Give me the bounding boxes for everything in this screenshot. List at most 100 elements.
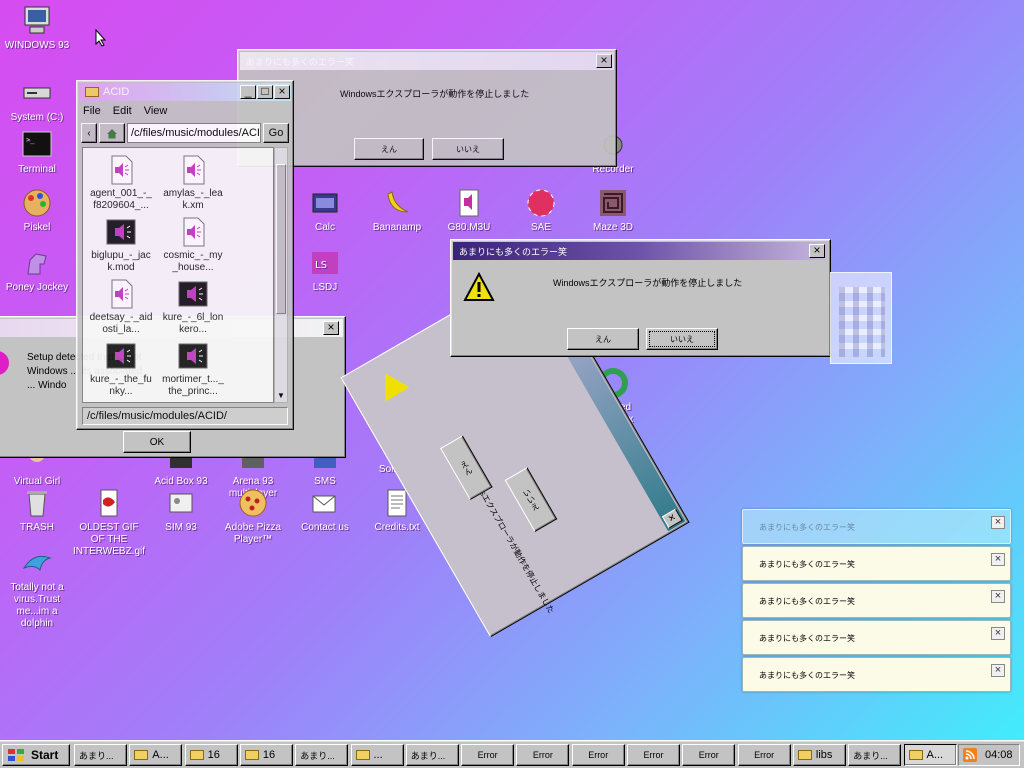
desktop-icon-label: System (C:): [10, 112, 64, 123]
desktop-icon-label: TRASH: [20, 522, 54, 533]
file-item[interactable]: deetsay_-_aidosti_la...: [89, 278, 153, 336]
notification[interactable]: あまりにも多くのエラー笑 ×: [742, 620, 1011, 655]
menu-edit[interactable]: Edit: [113, 105, 132, 117]
close-icon[interactable]: ×: [991, 553, 1005, 566]
desktop-icon-label: WINDOWS 93: [4, 40, 70, 51]
path-input[interactable]: /c/files/music/modules/ACID/: [127, 123, 261, 143]
desktop-icon-lsdj[interactable]: LS LSDJ: [288, 246, 362, 294]
taskbar-button[interactable]: 16: [239, 744, 293, 766]
taskbar-button[interactable]: Error: [461, 744, 515, 766]
taskbar-button[interactable]: ...: [350, 744, 404, 766]
desktop-icon-sim93[interactable]: SIM 93: [144, 486, 218, 534]
close-icon[interactable]: ×: [991, 516, 1005, 529]
close-icon[interactable]: ×: [991, 590, 1005, 603]
taskbar: Start あまり... A... 16 16 あまり...... あまり... Error…: [0, 740, 1024, 768]
back-button[interactable]: ‹: [81, 123, 97, 143]
no-button[interactable]: いいえ: [504, 467, 558, 533]
yes-button[interactable]: えん: [567, 328, 639, 350]
svg-text:LS: LS: [315, 260, 327, 271]
close-icon[interactable]: ×: [991, 664, 1005, 677]
g80-icon: [452, 186, 486, 220]
menu-file[interactable]: File: [83, 105, 101, 117]
taskbar-button[interactable]: Error: [682, 744, 736, 766]
desktop-icon-system[interactable]: System (C:): [0, 76, 74, 124]
close-icon[interactable]: ×: [323, 321, 339, 335]
desktop-icon-calc[interactable]: Calc: [288, 186, 362, 234]
maze-icon: [596, 186, 630, 220]
notification[interactable]: あまりにも多くのエラー笑 ×: [742, 583, 1011, 618]
taskbar-button[interactable]: 16: [184, 744, 238, 766]
explorer-title: ACID: [103, 86, 130, 98]
rss-icon[interactable]: [963, 748, 977, 762]
desktop-icon-terminal[interactable]: >_ Terminal: [0, 128, 74, 176]
desktop-icon-piskel[interactable]: Piskel: [0, 186, 74, 234]
file-item[interactable]: mortimer_t..._the_princ...: [161, 340, 225, 398]
taskbar-button[interactable]: Error: [627, 744, 680, 766]
calc-icon: [308, 186, 342, 220]
start-button[interactable]: Start: [2, 744, 70, 766]
go-button[interactable]: Go: [263, 123, 289, 143]
scrollbar[interactable]: ▼: [274, 147, 288, 403]
desktop-icon-poney[interactable]: Poney Jockey: [0, 246, 74, 294]
menu-view[interactable]: View: [144, 105, 168, 117]
scroll-thumb[interactable]: [276, 164, 286, 314]
close-icon[interactable]: ×: [991, 627, 1005, 640]
scroll-down-icon[interactable]: ▼: [277, 391, 285, 400]
taskbar-button-label: あまり...: [79, 750, 114, 761]
taskbar-button[interactable]: あまり...: [74, 744, 127, 766]
taskbar-button-label: Error: [532, 750, 553, 760]
notification[interactable]: あまりにも多くのエラー笑 ×: [742, 546, 1011, 581]
minimize-icon[interactable]: _: [240, 85, 256, 99]
taskbar-button[interactable]: あまり...: [848, 744, 902, 766]
close-icon[interactable]: ×: [596, 54, 612, 68]
taskbar-button[interactable]: あまり...: [405, 744, 459, 766]
desktop-icon-pizza[interactable]: Adobe Pizza Player™: [216, 486, 290, 546]
maximize-icon[interactable]: □: [257, 85, 273, 99]
yes-button[interactable]: えん: [354, 138, 424, 160]
no-button[interactable]: いいえ: [646, 328, 718, 350]
taskbar-button-label: Error: [754, 750, 775, 760]
yes-button[interactable]: えん: [440, 435, 493, 501]
desktop-icon-g80[interactable]: G80.M3U: [432, 186, 506, 234]
desktop-icon-maze[interactable]: Maze 3D: [576, 186, 650, 234]
close-icon[interactable]: ×: [274, 85, 290, 99]
desktop-icon-trash[interactable]: TRASH: [0, 486, 74, 534]
taskbar-button[interactable]: Error: [571, 744, 625, 766]
file-item[interactable]: cosmic_-_my_house...: [161, 216, 225, 274]
file-item[interactable]: biglupu_-_jack.mod: [89, 216, 153, 274]
file-item[interactable]: agent_001_-_f8209604_...: [89, 154, 153, 212]
taskbar-button[interactable]: libs: [792, 744, 846, 766]
desktop-icon-windows93[interactable]: WINDOWS 93: [0, 4, 74, 52]
folder-icon: [908, 750, 923, 760]
file-item[interactable]: amylas_-_leak.xm: [161, 154, 225, 212]
taskbar-button[interactable]: Error: [737, 744, 791, 766]
no-button[interactable]: いいえ: [432, 138, 504, 160]
file-name: agent_001_-_f8209604_...: [90, 188, 152, 211]
desktop-icon-dolphin[interactable]: Totally not a virus.Trust me...im a dolp…: [0, 546, 74, 630]
notification[interactable]: あまりにも多くのエラー笑 ×: [742, 509, 1011, 544]
audio-file-icon: [183, 155, 205, 185]
notification[interactable]: あまりにも多くのエラー笑 ×: [742, 657, 1011, 692]
desktop-icon-contact[interactable]: Contact us: [288, 486, 362, 534]
folder-icon: [189, 750, 204, 760]
taskbar-button[interactable]: A...: [129, 744, 183, 766]
icon-grid: [839, 287, 885, 357]
folder-icon: [355, 750, 370, 760]
file-item[interactable]: kure_-_6l_lonkero...: [161, 278, 225, 336]
close-icon[interactable]: ×: [809, 244, 825, 258]
taskbar-button-label: A...: [152, 749, 169, 761]
taskbar-button[interactable]: あまり...: [295, 744, 349, 766]
error-dialog-mid: あまりにも多くのエラー笑 × Windowsエクスプローラが動作を停止しました …: [450, 239, 831, 357]
taskbar-button-label: あまり...: [410, 750, 446, 761]
sim93-icon: [164, 486, 198, 520]
file-name: amylas_-_leak.xm: [163, 188, 223, 211]
taskbar-button[interactable]: A...: [903, 744, 957, 766]
desktop-icon-bananamp[interactable]: Bananamp: [360, 186, 434, 234]
taskbar-button[interactable]: Error: [516, 744, 570, 766]
ok-button[interactable]: OK: [123, 431, 191, 453]
desktop-icon-oldestgif[interactable]: OLDEST GIF OF THE INTERWEBZ.gif: [72, 486, 146, 558]
home-icon: [107, 128, 117, 138]
home-button[interactable]: [99, 123, 125, 143]
file-item[interactable]: kure_-_the_funky...: [89, 340, 153, 398]
desktop-icon-sae[interactable]: SAE: [504, 186, 578, 234]
